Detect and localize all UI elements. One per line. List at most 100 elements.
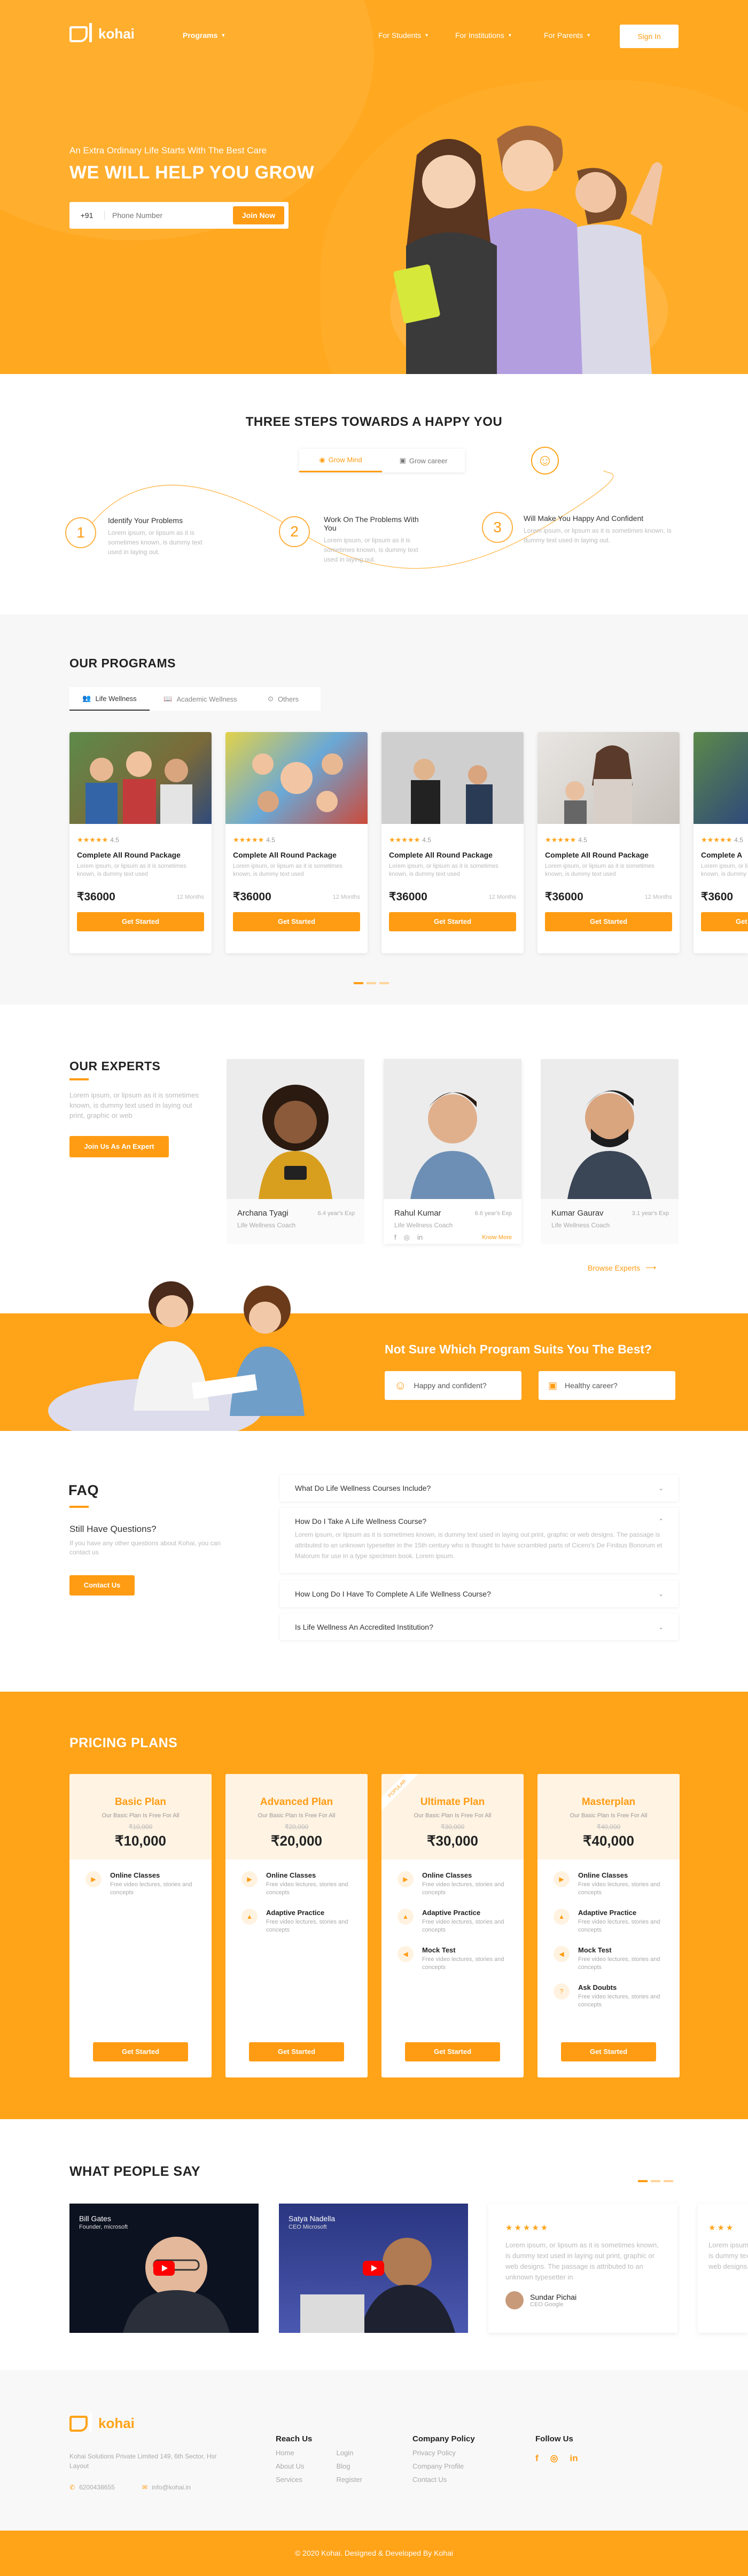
sign-in-button[interactable]: Sign In — [620, 25, 679, 48]
feature-desc: Free video lectures, stories and concept… — [266, 1881, 348, 1896]
footer-link-about[interactable]: About Us — [276, 2462, 304, 2470]
know-more-link[interactable]: Know More — [482, 1234, 512, 1241]
join-expert-button[interactable]: Join Us As An Expert — [69, 1136, 169, 1157]
faq-item-expanded[interactable]: How Do I Take A Life Wellness Course? ⌃ L… — [280, 1508, 679, 1573]
practice-icon: ▲ — [554, 1909, 570, 1925]
option-happy-confident[interactable]: ☺ Happy and confident? — [385, 1371, 521, 1400]
chevron-down-icon: ▾ — [222, 32, 225, 38]
country-code[interactable]: +91 — [69, 211, 105, 220]
get-started-button[interactable]: Get Started — [545, 912, 672, 931]
program-image — [69, 732, 212, 824]
program-card[interactable]: ★★★★★4.5 Complete A Lorem ipsum, or lips… — [694, 732, 748, 953]
facebook-icon[interactable]: f — [535, 2453, 539, 2464]
rating-stars: ★★★★★ 4.5 — [77, 836, 119, 844]
play-icon[interactable] — [363, 2261, 384, 2276]
card-price: ₹36000 — [77, 891, 115, 903]
faq-item[interactable]: Is Life Wellness An Accredited Instituti… — [280, 1614, 679, 1640]
video-testimonial[interactable]: Bill Gates Founder, microsoft — [69, 2204, 259, 2333]
tab-label: Life Wellness — [95, 694, 137, 703]
get-started-button[interactable]: Get Started — [701, 912, 748, 931]
tab-academic-wellness[interactable]: 📖 Academic Wellness — [150, 687, 251, 711]
linkedin-icon[interactable]: in — [570, 2453, 578, 2464]
step-title: Work On The Problems With You — [324, 515, 419, 532]
plan-price: ₹40,000 — [582, 1833, 635, 1849]
pricing-title: PRICING PLANS — [69, 1736, 178, 1750]
linkedin-icon[interactable]: in — [417, 1233, 423, 1242]
facebook-icon[interactable]: f — [394, 1233, 396, 1242]
pricing-plan: Basic Plan Our Basic Plan Is Free For Al… — [69, 1774, 212, 2077]
feature-desc: Free video lectures, stories and concept… — [422, 1881, 504, 1896]
footer-phone[interactable]: ✆ 6200438655 — [69, 2484, 115, 2491]
rating-stars: ★★★★★ — [505, 2223, 550, 2232]
expert-card[interactable]: Kumar Gaurav 3.1 year's Exp Life Wellnes… — [541, 1059, 679, 1244]
feature-desc: Free video lectures, stories and concept… — [578, 1994, 660, 2008]
banner-title: Not Sure Which Program Suits You The Bes… — [385, 1342, 652, 1356]
carousel-dot[interactable] — [651, 2180, 660, 2182]
nav-for-institutions[interactable]: For Institutions ▾ — [455, 31, 511, 40]
get-started-button[interactable]: Get Started — [233, 912, 360, 931]
footer-link-privacy[interactable]: Privacy Policy — [412, 2449, 475, 2457]
footer-link-services[interactable]: Services — [276, 2476, 304, 2484]
chevron-down-icon: ▾ — [508, 32, 511, 38]
instagram-icon[interactable]: ◎ — [404, 1233, 410, 1242]
carousel-dot[interactable] — [354, 982, 363, 984]
footer-link-home[interactable]: Home — [276, 2449, 304, 2457]
feature-title: Ask Doubts — [578, 1983, 617, 1991]
get-started-button[interactable]: Get Started — [249, 2042, 344, 2061]
phone-icon: ✆ — [69, 2484, 75, 2491]
get-started-button[interactable]: Get Started — [389, 912, 516, 931]
carousel-dots — [354, 982, 389, 984]
expert-name: Archana Tyagi — [237, 1209, 289, 1218]
browse-experts-link[interactable]: Browse Experts ⟶ — [588, 1263, 656, 1272]
play-icon[interactable] — [153, 2261, 175, 2276]
carousel-dot[interactable] — [664, 2180, 673, 2182]
tab-others[interactable]: ⊙ Others — [251, 687, 315, 711]
carousel-dot[interactable] — [379, 982, 389, 984]
faq-item[interactable]: What Do Life Wellness Courses Include? ⌄ — [280, 1475, 679, 1501]
option-healthy-career[interactable]: ▣ Healthy career? — [539, 1371, 675, 1400]
carousel-dot[interactable] — [638, 2180, 648, 2182]
faq-still-title: Still Have Questions? — [69, 1524, 157, 1534]
footer-email[interactable]: ✉ info@kohai.in — [142, 2484, 191, 2491]
phone-input[interactable] — [105, 211, 233, 220]
tab-life-wellness[interactable]: 👥 Life Wellness — [69, 687, 150, 711]
footer-logo[interactable]: kohai — [69, 2412, 135, 2432]
plan-feature: ▶ Online Classes Free video lectures, stor… — [537, 1871, 680, 1897]
program-card[interactable]: ★★★★★ 4.5 Complete All Round Package Lore… — [225, 732, 368, 953]
program-card[interactable]: ★★★★★ 4.5 Complete All Round Package Lore… — [381, 732, 524, 953]
nav-for-parents[interactable]: For Parents ▾ — [544, 31, 590, 40]
plan-name: Advanced Plan — [260, 1796, 333, 1808]
quote-card: ★★★★★ Lorem ipsum, or lipsum as it is so… — [488, 2204, 677, 2333]
contact-us-button[interactable]: Contact Us — [69, 1575, 135, 1596]
video-testimonial[interactable]: Satya Nadella CEO Microsoft — [279, 2204, 468, 2333]
program-image — [381, 732, 524, 824]
nav-for-students[interactable]: For Students ▾ — [378, 31, 428, 40]
nav-label: For Parents — [544, 31, 583, 40]
logo[interactable]: kohai — [69, 22, 135, 42]
carousel-dot[interactable] — [367, 982, 376, 984]
faq-item[interactable]: How Long Do I Have To Complete A Life We… — [280, 1581, 679, 1607]
footer-link-login[interactable]: Login — [336, 2449, 362, 2457]
nav-programs[interactable]: Programs ▾ — [183, 31, 224, 40]
expert-card[interactable]: Rahul Kumar 6.6 year's Exp Life Wellness… — [384, 1059, 521, 1244]
card-title: Complete A — [701, 851, 743, 859]
get-started-button[interactable]: Get Started — [561, 2042, 656, 2061]
footer-link-register[interactable]: Register — [336, 2476, 362, 2484]
expert-card[interactable]: Archana Tyagi 6.4 year's Exp Life Wellne… — [227, 1059, 364, 1244]
expert-name: Rahul Kumar — [394, 1209, 441, 1218]
get-started-button[interactable]: Get Started — [93, 2042, 188, 2061]
get-started-button[interactable]: Get Started — [405, 2042, 500, 2061]
footer-link-blog[interactable]: Blog — [336, 2462, 362, 2470]
expert-photo — [384, 1059, 521, 1199]
footer-link-profile[interactable]: Company Profile — [412, 2462, 475, 2470]
join-now-button[interactable]: Join Now — [233, 206, 284, 224]
expert-social: f ◎ in — [394, 1233, 423, 1242]
program-card[interactable]: ★★★★★ 4.5 Complete All Round Package Lore… — [69, 732, 212, 953]
users-icon: 👥 — [82, 694, 91, 702]
title-underline — [69, 1506, 89, 1508]
faq-question: What Do Life Wellness Courses Include? — [295, 1484, 431, 1492]
get-started-button[interactable]: Get Started — [77, 912, 204, 931]
footer-link-contact[interactable]: Contact Us — [412, 2476, 475, 2484]
program-card[interactable]: ★★★★★ 4.5 Complete All Round Package Lore… — [537, 732, 680, 953]
instagram-icon[interactable]: ◎ — [550, 2453, 558, 2464]
